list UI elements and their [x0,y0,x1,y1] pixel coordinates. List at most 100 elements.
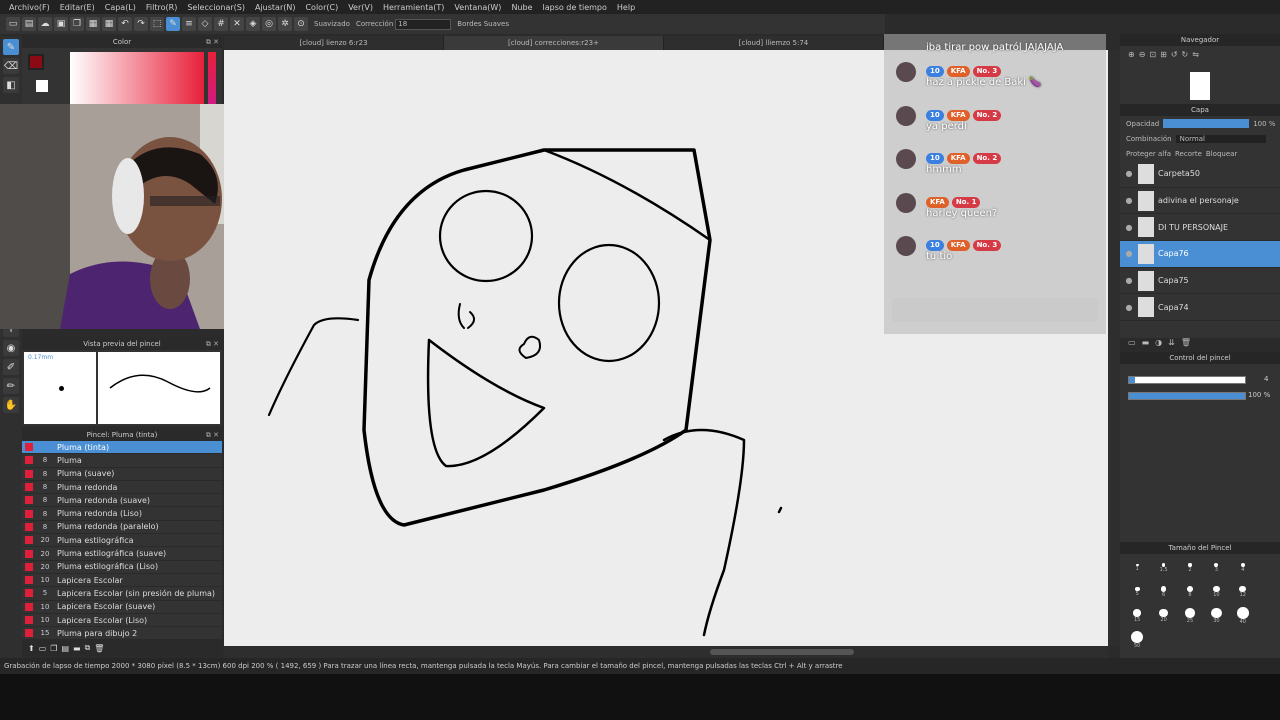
brush-size-option[interactable]: 40 [1230,606,1256,626]
duplicate-icon[interactable]: ⧉ [85,643,91,653]
color-picker-area[interactable] [70,52,204,104]
brush-item[interactable]: 8 Pluma [22,454,222,468]
brush-size-option[interactable]: 25 [1177,606,1203,626]
visibility-eye-icon[interactable]: ● [1120,249,1138,258]
brush-item[interactable]: 8 Pluma redonda (Liso) [22,507,222,521]
brush-size-option[interactable]: 1 [1124,558,1150,578]
hatch-icon[interactable]: # [214,17,228,31]
flip-icon[interactable]: ⇋ [1192,50,1199,59]
opacity-slider[interactable] [1163,119,1250,128]
correccion-input[interactable]: 18 [395,18,452,30]
brush-size-option[interactable]: 3 [1203,558,1229,578]
save-icon[interactable]: ▣ [54,17,68,31]
zoom-out-icon[interactable]: ⊖ [1139,50,1146,59]
brush-item[interactable]: 8 Pluma redonda (suave) [22,494,222,508]
bloquear-checkbox[interactable]: Bloquear [1206,150,1237,158]
blend-mode-select[interactable]: Normal [1175,134,1266,143]
brush-size-option[interactable]: 5 [1124,582,1150,602]
lines-icon[interactable]: ≡ [182,17,196,31]
layer-row[interactable]: ● Carpeta50 [1120,161,1280,188]
menu-editar[interactable]: Editar(E) [55,3,100,12]
rotate-right-icon[interactable]: ↻ [1182,50,1189,59]
main-color-swatch[interactable] [28,54,44,70]
panel-controls-icon[interactable]: ⧉ ✕ [206,338,219,350]
menu-color[interactable]: Color(C) [300,3,343,12]
menu-capa[interactable]: Capa(L) [100,3,141,12]
brush-item[interactable]: 8 Pluma redonda (paralelo) [22,521,222,535]
menu-help[interactable]: Help [612,3,640,12]
brush-item[interactable]: 8 Pluma redonda [22,481,222,495]
ruler-icon[interactable]: ◇ [198,17,212,31]
mask-icon[interactable]: ◑ [1155,338,1162,352]
layer-row[interactable]: ● Capa76 [1120,241,1280,268]
brush-size-option[interactable]: 8 [1177,582,1203,602]
brush-item[interactable]: 8 Pluma (suave) [22,468,222,481]
menu-filtro[interactable]: Filtro(R) [141,3,182,12]
navigator-thumbnail[interactable] [1190,72,1210,100]
layer-row[interactable]: ● adivina el personaje [1120,188,1280,215]
menu-ventana[interactable]: Ventana(W) [449,3,506,12]
eraser-tool-icon[interactable]: ⌫ [3,58,19,74]
pencil-tool-icon[interactable]: ✏ [3,378,19,394]
brush-size-option[interactable]: 30 [1203,606,1229,626]
fit-icon[interactable]: ⊡ [1149,50,1156,59]
paste-icon[interactable]: ▦ [86,17,100,31]
folder-icon[interactable]: ▬ [73,644,81,653]
menu-ver[interactable]: Ver(V) [343,3,378,12]
bucket-tool-icon[interactable]: ◉ [3,340,19,356]
new-layer-icon[interactable]: ▭ [1128,338,1136,352]
up-icon[interactable]: ⬆ [28,644,35,653]
list-icon[interactable]: ▤ [61,644,69,653]
layer-row[interactable]: ● DI TU PERSONAJE [1120,214,1280,242]
visibility-eye-icon[interactable]: ● [1120,223,1138,232]
shape-icon[interactable]: ◈ [246,17,260,31]
vertical-scrollbar[interactable] [1108,50,1120,646]
bordes-suaves-label[interactable]: Bordes Suaves [457,20,509,28]
brush-size-option[interactable]: 20 [1150,606,1176,626]
pen-tool-icon[interactable]: ✎ [3,39,19,55]
copy-icon[interactable]: ❐ [70,17,84,31]
suavizado-label[interactable]: Suavizado [314,20,350,28]
trash-icon[interactable]: 🗑 [1181,338,1191,352]
horizontal-scrollbar[interactable] [224,646,1108,658]
tab-lienzo-6[interactable]: [cloud] lienzo 6:r23 [224,36,444,50]
recorte-checkbox[interactable]: Recorte [1175,150,1202,158]
pen-mode-icon[interactable]: ✎ [166,17,180,31]
brush-item[interactable]: 10 Lapicera Escolar [22,574,222,588]
undo-icon[interactable]: ↶ [118,17,132,31]
cloud-icon[interactable]: ☁ [38,17,52,31]
brush-item[interactable]: Pluma (tinta) [22,441,222,455]
proteger-alfa-checkbox[interactable]: Proteger alfa [1126,150,1171,158]
brush-item[interactable]: 20 Pluma estilográfica (Liso) [22,561,222,574]
brush-item[interactable]: 10 Lapicera Escolar (suave) [22,601,222,614]
brush-size-option[interactable]: 50 [1124,630,1150,650]
merge-icon[interactable]: ⇊ [1168,338,1175,352]
visibility-eye-icon[interactable]: ● [1120,169,1138,178]
trash-icon[interactable]: 🗑 [94,644,104,653]
fill-tool-icon[interactable]: ◧ [3,77,19,93]
panel-controls-icon[interactable]: ⧉ ✕ [206,36,219,48]
horizontal-scroll-thumb[interactable] [710,649,854,655]
redo-icon[interactable]: ↷ [134,17,148,31]
gear-icon[interactable]: ✲ [278,17,292,31]
brush-tool-icon[interactable]: ✐ [3,359,19,375]
panel-controls-icon[interactable]: ⧉ ✕ [206,429,219,441]
sub-color-swatch[interactable] [36,80,48,92]
menu-lapso[interactable]: lapso de tiempo [538,3,612,12]
brush-size-option[interactable]: 6 [1150,582,1176,602]
brush-item[interactable]: 15 Pluma para dibujo 2 [22,627,222,641]
target-icon[interactable]: ⊙ [294,17,308,31]
brush-opacity-slider[interactable] [1128,392,1246,400]
layer-row[interactable]: ● Capa75 [1120,268,1280,295]
layer-row[interactable]: ● Capa74 [1120,294,1280,322]
visibility-eye-icon[interactable]: ● [1120,303,1138,312]
grid-icon[interactable]: ▦ [102,17,116,31]
brush-size-slider[interactable] [1128,376,1246,384]
actual-size-icon[interactable]: ⊞ [1160,50,1167,59]
menu-herramienta[interactable]: Herramienta(T) [378,3,449,12]
brush-size-option[interactable]: 15 [1124,606,1150,626]
menu-archivo[interactable]: Archivo(F) [4,3,55,12]
copy-brush-icon[interactable]: ❐ [50,644,57,653]
brush-size-option[interactable]: 12 [1230,582,1256,602]
visibility-eye-icon[interactable]: ● [1120,196,1138,205]
